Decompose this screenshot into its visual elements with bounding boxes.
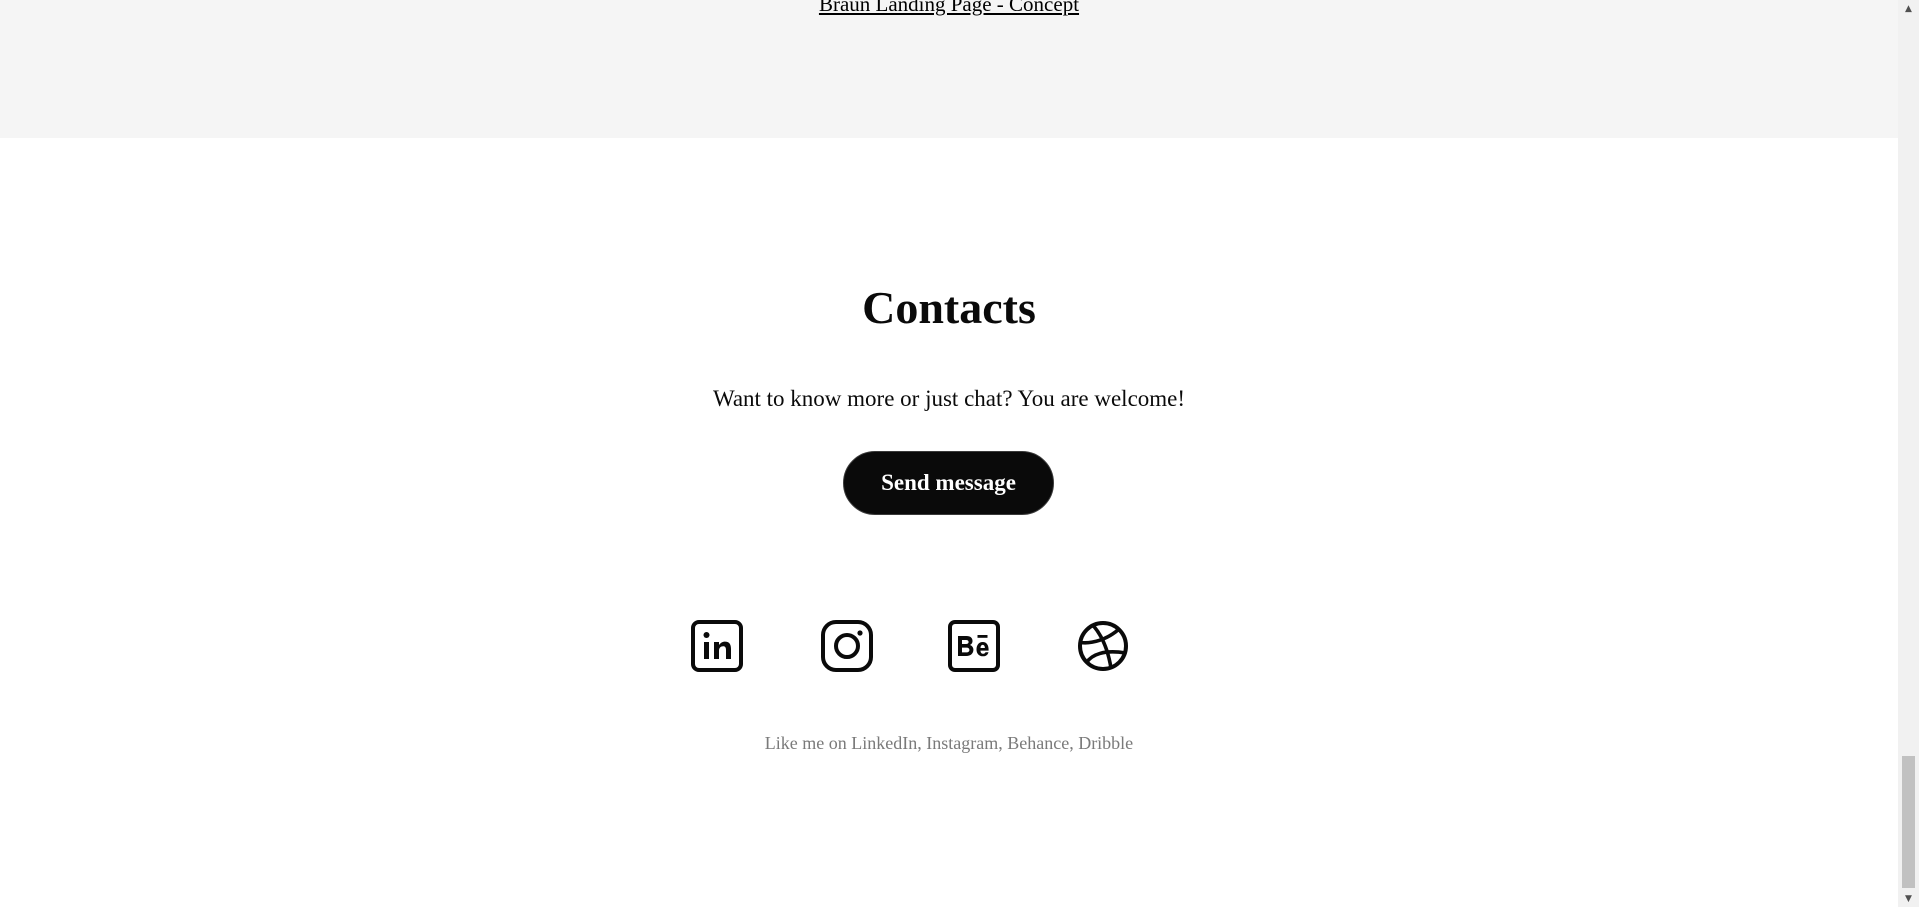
- behance-icon: [948, 620, 1000, 672]
- behance-link[interactable]: [946, 618, 1002, 674]
- footer-social-note: Like me on LinkedIn, Instagram, Behance,…: [764, 733, 1134, 753]
- project-link-braun[interactable]: Braun Landing Page - Concept: [0, 0, 1898, 17]
- projects-section: Braun Landing Page - Concept: [0, 0, 1898, 138]
- contacts-title: Contacts: [862, 282, 1036, 333]
- contacts-subtitle: Want to know more or just chat? You are …: [712, 386, 1186, 411]
- dribbble-icon: [1078, 621, 1128, 671]
- page: Braun Landing Page - Concept Contacts Wa…: [0, 0, 1898, 907]
- linkedin-icon: [691, 620, 743, 672]
- instagram-icon: [821, 620, 873, 672]
- send-message-button[interactable]: Send message: [843, 451, 1054, 515]
- scrollbar-thumb[interactable]: [1902, 756, 1915, 888]
- scroll-up-arrow-icon[interactable]: ▲: [1898, 0, 1919, 17]
- dribbble-link[interactable]: [1075, 618, 1131, 674]
- scroll-down-arrow-icon[interactable]: ▼: [1898, 890, 1919, 907]
- vertical-scrollbar[interactable]: ▲ ▼: [1898, 0, 1919, 907]
- instagram-link[interactable]: [819, 618, 875, 674]
- linkedin-link[interactable]: [689, 618, 745, 674]
